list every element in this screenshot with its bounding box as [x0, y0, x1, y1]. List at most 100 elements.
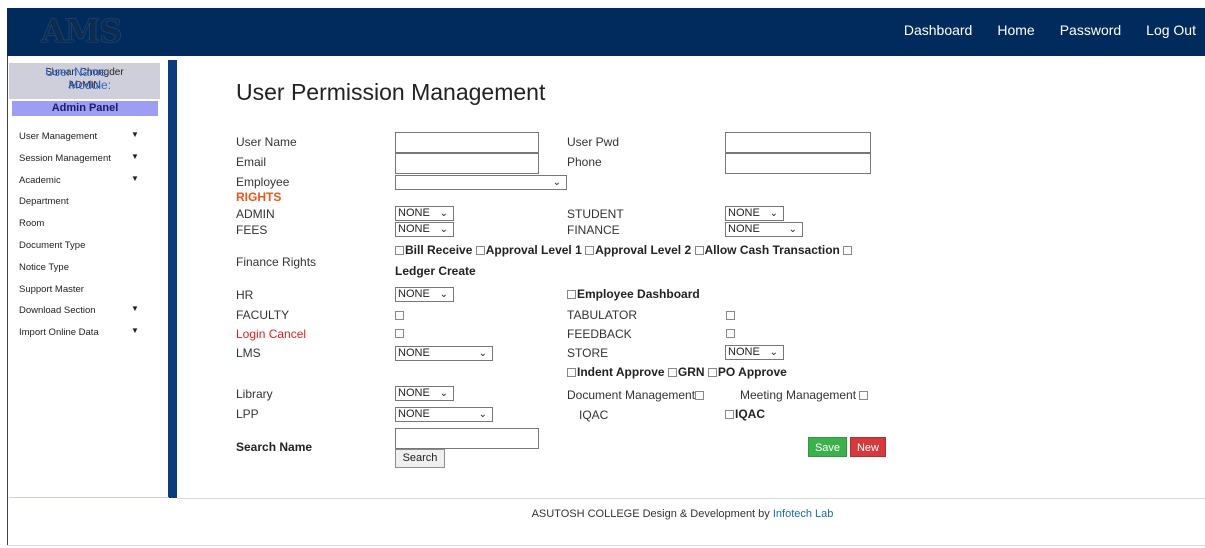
footer-divider — [177, 498, 1205, 499]
sidebar-item-download-section[interactable]: Download Section ▼ — [19, 304, 149, 326]
sidebar-item-notice-type[interactable]: Notice Type — [19, 261, 149, 283]
admin-select[interactable]: NONE ⌄ — [395, 206, 454, 221]
chevron-down-icon: ⌄ — [439, 224, 448, 235]
sidebar-item-department[interactable]: Department — [19, 195, 149, 217]
chevron-down-icon: ⌄ — [478, 348, 487, 359]
sidebar-item-label: Download Section — [19, 305, 96, 317]
ledger-create-label: Ledger Create — [395, 264, 476, 278]
chevron-down-icon: ⌄ — [788, 224, 797, 235]
app-logo[interactable]: AMS — [41, 12, 151, 52]
lpp-select[interactable]: NONE ⌄ — [395, 407, 493, 422]
top-navbar: AMS Dashboard Home Password Log Out — [7, 8, 1205, 56]
sidebar-item-label: Import Online Data — [19, 327, 99, 339]
phone-label: Phone — [567, 155, 602, 169]
allow-cash-label: Allow Cash Transaction — [704, 243, 840, 257]
nav-dashboard-link[interactable]: Dashboard — [904, 21, 973, 39]
user-name-input[interactable] — [395, 132, 539, 153]
rights-heading: RIGHTS — [236, 190, 282, 204]
phone-input[interactable] — [725, 153, 871, 174]
tabulator-checkbox[interactable] — [726, 311, 735, 320]
store-rights-checkboxes: Indent Approve GRN PO Approve — [567, 365, 787, 379]
sidebar-item-label: Support Master — [19, 283, 84, 295]
library-select[interactable]: NONE ⌄ — [395, 386, 454, 401]
approval-level-1-label: Approval Level 1 — [485, 243, 582, 257]
footer: ASUTOSH COLLEGE Design & Development by … — [0, 508, 1205, 520]
search-button[interactable]: Search — [395, 449, 445, 468]
document-management-checkbox[interactable] — [695, 391, 705, 400]
ledger-create-checkbox[interactable] — [843, 246, 853, 255]
lms-select-value: NONE — [398, 347, 430, 359]
user-name-label: User Name — [236, 135, 297, 149]
module-label: Module: — [68, 78, 112, 92]
new-button[interactable]: New — [850, 437, 886, 457]
nav-logout-link[interactable]: Log Out — [1146, 21, 1196, 39]
finance-rights-checkboxes: Bill Receive Approval Level 1 Approval L… — [395, 243, 853, 257]
user-pwd-input[interactable] — [725, 132, 871, 153]
fees-label: FEES — [236, 223, 268, 237]
footer-text: ASUTOSH COLLEGE Design & Development by — [531, 508, 770, 520]
lpp-select-value: NONE — [398, 408, 430, 420]
bill-receive-checkbox[interactable] — [395, 246, 404, 255]
lms-select[interactable]: NONE ⌄ — [395, 346, 493, 361]
grn-checkbox[interactable] — [667, 368, 677, 377]
sidebar-menu: User Management ▼ Session Management ▼ Aca… — [19, 130, 149, 348]
nav-home-link[interactable]: Home — [997, 21, 1034, 39]
meeting-management-checkbox[interactable] — [859, 391, 869, 400]
sidebar-item-room[interactable]: Room — [19, 217, 149, 239]
email-label: Email — [236, 155, 267, 169]
employee-dashboard-label: Employee Dashboard — [577, 287, 700, 301]
approval-level-2-checkbox[interactable] — [585, 246, 595, 255]
finance-select-value: NONE — [728, 223, 760, 235]
indent-approve-checkbox[interactable] — [567, 368, 576, 377]
chevron-down-icon: ⌄ — [552, 177, 561, 188]
email-input[interactable] — [395, 153, 539, 174]
bill-receive-label: Bill Receive — [405, 243, 473, 257]
po-approve-checkbox[interactable] — [707, 368, 717, 377]
allow-cash-checkbox[interactable] — [694, 246, 704, 255]
document-management-label: Document Management — [567, 388, 696, 402]
sidebar-item-support-master[interactable]: Support Master — [19, 283, 149, 305]
faculty-checkbox[interactable] — [395, 311, 404, 320]
meeting-management-option: Meeting Management — [740, 388, 869, 402]
chevron-down-icon: ⌄ — [478, 409, 487, 420]
search-name-input[interactable] — [395, 428, 539, 449]
sidebar-item-label: Academic — [19, 174, 61, 186]
iqac-checkbox[interactable] — [725, 410, 734, 419]
user-pwd-label: User Pwd — [567, 135, 620, 149]
finance-label: FINANCE — [567, 223, 620, 237]
store-select-value: NONE — [728, 346, 760, 358]
finance-select[interactable]: NONE ⌄ — [725, 222, 803, 237]
sidebar-item-academic[interactable]: Academic ▼ — [19, 174, 149, 196]
save-button[interactable]: Save — [808, 437, 847, 457]
sidebar-item-session-management[interactable]: Session Management ▼ — [19, 152, 149, 174]
sidebar-item-label: Notice Type — [19, 261, 69, 273]
employee-label: Employee — [236, 175, 290, 189]
logo-text: AMS — [41, 12, 122, 50]
po-approve-label: PO Approve — [717, 365, 787, 379]
sidebar-item-document-type[interactable]: Document Type — [19, 239, 149, 261]
employee-select[interactable]: ⌄ — [395, 175, 567, 190]
login-cancel-checkbox[interactable] — [395, 329, 404, 338]
student-select[interactable]: NONE ⌄ — [725, 206, 784, 221]
hr-select[interactable]: NONE ⌄ — [395, 287, 454, 302]
caret-down-icon: ▼ — [131, 173, 139, 183]
store-select[interactable]: NONE ⌄ — [725, 345, 784, 360]
fees-select[interactable]: NONE ⌄ — [395, 222, 454, 237]
indent-approve-label: Indent Approve — [577, 365, 665, 379]
employee-dashboard-checkbox[interactable] — [567, 290, 576, 299]
caret-down-icon: ▼ — [131, 130, 139, 139]
caret-down-icon: ▼ — [131, 304, 139, 314]
sidebar-item-label: Document Type — [19, 239, 86, 251]
sidebar: User Name: Suman Chongder Module: ADMIN … — [9, 60, 177, 498]
feedback-checkbox[interactable] — [726, 329, 735, 338]
iqac-option: IQAC — [725, 407, 765, 421]
footer-infotech-link[interactable]: Infotech Lab — [773, 508, 834, 520]
nav-password-link[interactable]: Password — [1060, 21, 1121, 39]
caret-down-icon: ▼ — [131, 326, 139, 336]
document-management-option: Document Management — [567, 388, 705, 402]
approval-level-1-checkbox[interactable] — [475, 246, 485, 255]
sidebar-item-user-management[interactable]: User Management ▼ — [19, 130, 149, 152]
sidebar-item-import-online-data[interactable]: Import Online Data ▼ — [19, 326, 149, 348]
approval-level-2-label: Approval Level 2 — [595, 243, 692, 257]
page-left-border — [7, 56, 8, 546]
